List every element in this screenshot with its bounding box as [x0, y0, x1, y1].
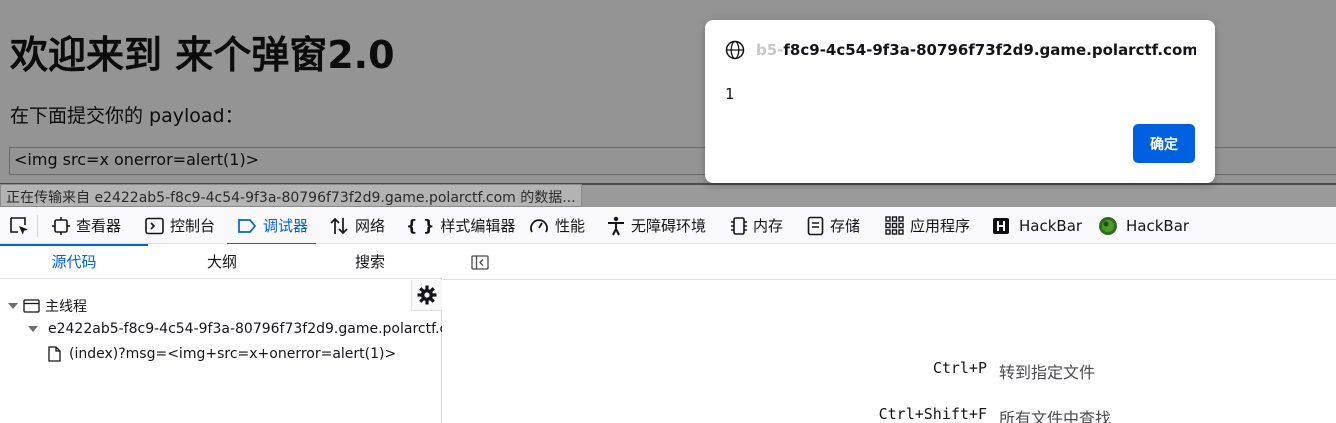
tab-network[interactable]: 网络: [329, 207, 385, 244]
editor-header: [443, 244, 1336, 280]
element-picker-icon[interactable]: [8, 215, 30, 237]
window-icon: [23, 299, 40, 313]
tab-label: 应用程序: [910, 217, 971, 235]
tab-debugger[interactable]: 调试器: [226, 207, 317, 245]
tree-label: 主线程: [45, 299, 87, 315]
debugger-icon: [238, 218, 257, 233]
shortcut-goto-file: Ctrl+P 转到指定文件: [829, 359, 1095, 383]
sources-panel: 源代码 大纲 搜索 主线程 e2422ab5-f8c9-4c54-9f3a-80…: [0, 244, 442, 423]
accessibility-icon: [608, 216, 624, 235]
tab-label: 性能: [555, 217, 586, 235]
tree-label: e2422ab5-f8c9-4c54-9f3a-80796f73f2d9.gam…: [48, 321, 442, 337]
subtab-search[interactable]: 搜索: [296, 244, 444, 279]
tab-label: 存储: [830, 217, 861, 235]
tab-memory[interactable]: 内存: [731, 207, 783, 244]
settings-gear-button[interactable]: [411, 280, 442, 311]
network-icon: [330, 217, 348, 234]
dialog-origin-faded: b5-: [756, 41, 784, 59]
application-icon: [885, 216, 904, 235]
memory-icon: [731, 216, 747, 235]
tab-storage[interactable]: 存储: [807, 207, 860, 244]
ok-button[interactable]: 确定: [1133, 124, 1195, 163]
sidebar-toggle-icon[interactable]: [471, 255, 489, 270]
tab-label: HackBar: [1019, 216, 1083, 235]
tab-application[interactable]: 应用程序: [885, 207, 970, 244]
devtools-toolbar: 查看器 控制台 调试器 网络 { } 样式编辑器 性能 无障碍环境 内存 存储 …: [0, 207, 1336, 245]
expand-arrow-icon: [8, 303, 18, 309]
devtools-panel: 查看器 控制台 调试器 网络 { } 样式编辑器 性能 无障碍环境 内存 存储 …: [0, 207, 1336, 423]
tab-hackbar-1[interactable]: HackBar: [993, 207, 1082, 244]
editor-panel: Ctrl+P 转到指定文件 Ctrl+Shift+F 所有文件中查找: [443, 244, 1336, 423]
shortcut-find-in-files: Ctrl+Shift+F 所有文件中查找: [829, 405, 1111, 423]
file-icon: [48, 346, 61, 362]
page-title: 欢迎来到 来个弹窗2.0: [10, 33, 395, 77]
tab-label: HackBar: [1126, 216, 1190, 235]
hackbar-h-icon: [993, 217, 1009, 234]
dialog-origin: b5-f8c9-4c54-9f3a-80796f73f2d9.game.pola…: [756, 41, 1196, 59]
expand-arrow-icon: [28, 326, 38, 332]
globe-icon: [725, 40, 745, 60]
tab-label: 调试器: [263, 217, 309, 235]
performance-icon: [530, 218, 548, 232]
tab-label: 样式编辑器: [440, 217, 516, 235]
tab-accessibility[interactable]: 无障碍环境: [607, 207, 706, 244]
tree-item-main-thread[interactable]: 主线程: [8, 296, 87, 316]
hackbar-green-icon: [1099, 216, 1117, 235]
tab-label: 网络: [355, 217, 386, 235]
shortcut-key: Ctrl+P: [932, 359, 987, 377]
subtab-outline[interactable]: 大纲: [148, 244, 296, 279]
dialog-message: 1: [725, 85, 735, 103]
tab-console[interactable]: 控制台: [145, 207, 215, 244]
tab-label: 无障碍环境: [631, 217, 707, 235]
tab-style-editor[interactable]: { } 样式编辑器: [406, 207, 515, 244]
gear-icon: [417, 285, 437, 305]
tab-performance[interactable]: 性能: [529, 207, 585, 244]
tree-item-host[interactable]: e2422ab5-f8c9-4c54-9f3a-80796f73f2d9.gam…: [28, 321, 442, 337]
inspector-icon: [52, 216, 70, 235]
toolbar-separator: [37, 215, 38, 237]
shortcut-desc: 转到指定文件: [999, 363, 1096, 382]
tab-label: 控制台: [170, 217, 216, 235]
alert-dialog: b5-f8c9-4c54-9f3a-80796f73f2d9.game.pola…: [705, 20, 1215, 183]
tree-item-file[interactable]: (index)?msg=<img+src=x+onerror=alert(1)>: [48, 346, 396, 362]
tab-label: 内存: [753, 217, 784, 235]
tab-label: 查看器: [76, 217, 122, 235]
shortcut-desc: 所有文件中查找: [999, 409, 1112, 423]
payload-prompt: 在下面提交你的 payload：: [10, 105, 244, 127]
sources-subtabs: 源代码 大纲 搜索: [0, 244, 442, 279]
tab-inspector[interactable]: 查看器: [52, 207, 121, 244]
style-editor-icon: { }: [406, 216, 435, 235]
console-icon: [145, 217, 164, 234]
tree-label: (index)?msg=<img+src=x+onerror=alert(1)>: [69, 346, 397, 362]
dialog-origin-host: f8c9-4c54-9f3a-80796f73f2d9.game.polarct…: [783, 41, 1196, 59]
tab-hackbar-2[interactable]: HackBar: [1098, 207, 1189, 244]
storage-icon: [807, 216, 824, 235]
shortcut-key: Ctrl+Shift+F: [878, 405, 987, 423]
subtab-sources[interactable]: 源代码: [0, 244, 148, 279]
loading-status: 正在传输来自 e2422ab5-f8c9-4c54-9f3a-80796f73f…: [0, 184, 582, 207]
